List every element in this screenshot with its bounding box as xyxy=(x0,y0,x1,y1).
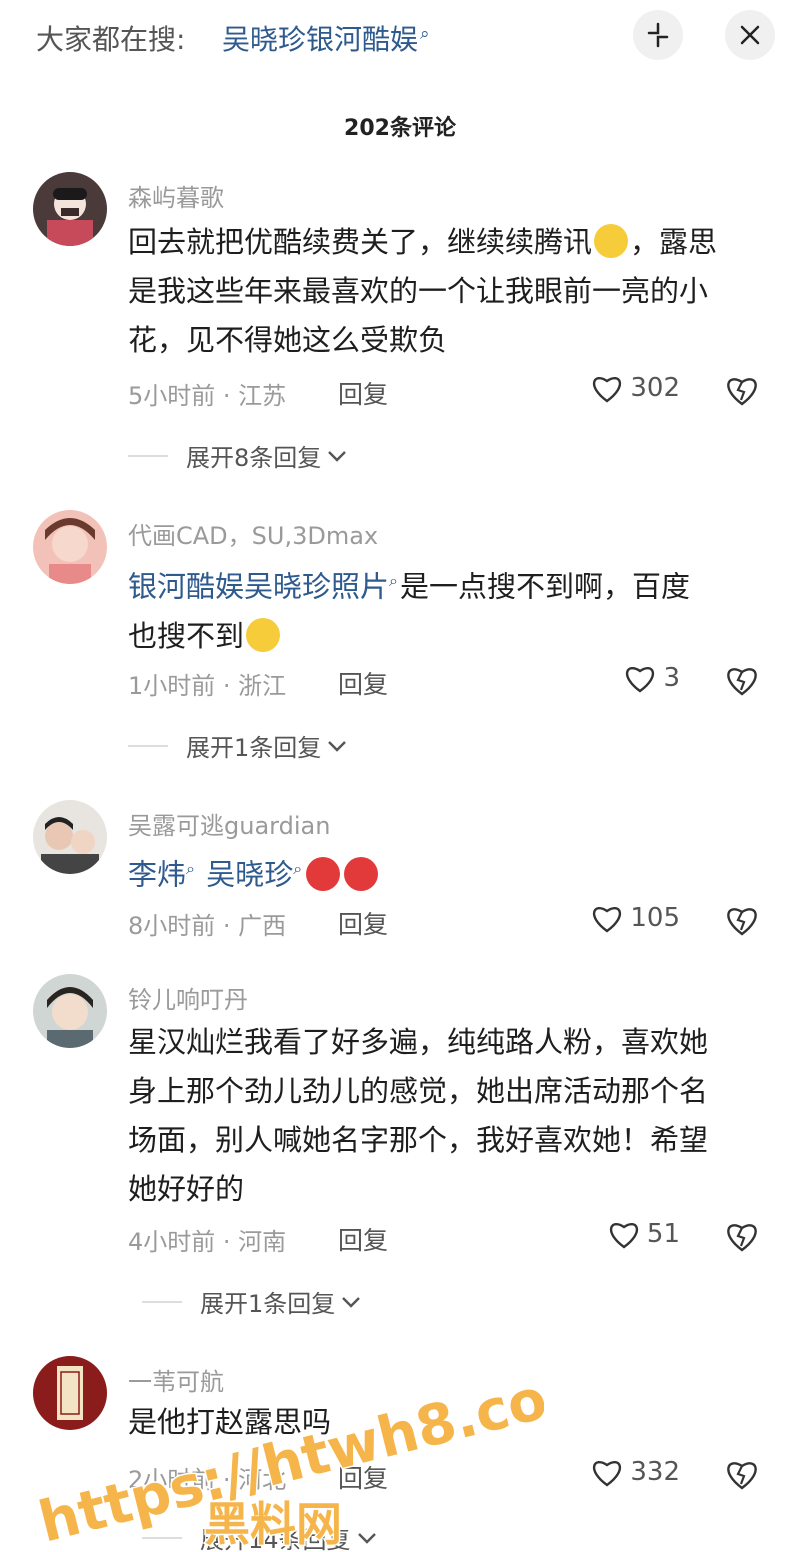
reply-button[interactable]: 回复 xyxy=(338,665,388,701)
like-count: 105 xyxy=(630,903,680,933)
broken-heart-icon[interactable] xyxy=(724,372,760,408)
comment-text: 李炜⌕ 吴晓珍⌕ xyxy=(128,844,768,900)
comment-time-location: 8小时前 · 广西 xyxy=(128,912,287,940)
collapse-icon xyxy=(647,22,669,48)
top-bar: 大家都在搜: 吴晓珍银河酷娱 ⌕ xyxy=(0,0,800,80)
heart-icon xyxy=(593,907,622,933)
like-button[interactable]: 332 xyxy=(590,1456,680,1488)
avatar[interactable] xyxy=(33,510,107,584)
like-button[interactable]: 105 xyxy=(590,902,680,934)
avatar[interactable] xyxy=(33,974,107,1048)
like-count: 302 xyxy=(630,373,680,403)
avatar[interactable] xyxy=(33,800,107,874)
comment-text: 星汉灿烂我看了好多遍，纯纯路人粉，喜欢她 身上那个劲儿劲儿的感觉，她出席活动那个… xyxy=(128,1025,709,1206)
avatar[interactable] xyxy=(33,1356,107,1430)
heart-icon xyxy=(626,667,655,693)
divider-line xyxy=(142,1536,182,1539)
chevron-down-icon xyxy=(328,740,347,752)
heart-icon xyxy=(593,1461,622,1487)
expand-replies-button[interactable]: 展开1条回复 xyxy=(142,1284,361,1319)
divider-line xyxy=(128,744,168,747)
search-link[interactable]: 李炜 xyxy=(128,858,186,892)
angry-emoji-icon xyxy=(344,856,379,891)
broken-heart-icon[interactable] xyxy=(724,1456,760,1492)
broken-heart-icon[interactable] xyxy=(724,662,760,698)
like-button[interactable]: 3 xyxy=(623,662,680,694)
smile-emoji-icon xyxy=(594,224,629,258)
search-link[interactable]: 银河酷娱吴晓珍照片 xyxy=(128,570,389,604)
search-icon: ⌕ xyxy=(389,571,398,590)
close-icon xyxy=(740,25,760,45)
like-button[interactable]: 51 xyxy=(607,1218,680,1250)
search-link[interactable]: 吴晓珍 xyxy=(206,858,293,892)
comment-time-location: 5小时前 · 江苏 xyxy=(128,382,287,410)
reply-button[interactable]: 回复 xyxy=(338,905,388,941)
comment-username[interactable]: 代画CAD，SU,3Dmax xyxy=(128,516,378,551)
comment-username[interactable]: 一苇可航 xyxy=(128,1362,224,1397)
angry-emoji-icon xyxy=(306,856,341,891)
like-count: 51 xyxy=(646,1219,680,1249)
collapse-button[interactable] xyxy=(633,10,683,60)
chevron-down-icon xyxy=(342,1296,361,1308)
reply-button[interactable]: 回复 xyxy=(338,375,388,411)
search-suggestion-link[interactable]: 吴晓珍银河酷娱 ⌕ xyxy=(222,18,430,58)
close-button[interactable] xyxy=(725,10,775,60)
divider-line xyxy=(128,454,168,457)
search-icon: ⌕ xyxy=(293,859,303,878)
heart-icon xyxy=(609,1223,638,1249)
search-icon: ⌕ xyxy=(186,859,195,878)
expand-replies-button[interactable]: 展开1条回复 xyxy=(128,728,347,763)
comment-username[interactable]: 吴露可逃guardian xyxy=(128,806,330,841)
comment-text: 回去就把优酷续费关了，继续续腾讯 ，露思 是我这些年来最喜欢的一个让我眼前一亮的小… xyxy=(128,224,718,357)
crying-laugh-emoji-icon xyxy=(246,617,281,652)
comment-time-location: 4小时前 · 河南 xyxy=(128,1228,287,1256)
search-suggestion-prefix: 大家都在搜: xyxy=(36,23,186,56)
reply-button[interactable]: 回复 xyxy=(338,1221,388,1257)
comment-text: 是他打赵露思吗 xyxy=(128,1405,332,1439)
reply-button[interactable]: 回复 xyxy=(338,1459,388,1495)
expand-replies-button[interactable]: 展开14条回复 xyxy=(142,1520,377,1552)
divider-line xyxy=(142,1300,182,1303)
avatar[interactable] xyxy=(33,172,107,246)
comment-count-header: 202条评论 xyxy=(344,116,456,141)
comment-username[interactable]: 森屿暮歌 xyxy=(128,178,224,213)
heart-icon xyxy=(593,377,622,403)
comment-text: 银河酷娱吴晓珍照片⌕是一点搜不到啊，百度 也搜不到 xyxy=(128,569,690,653)
search-icon: ⌕ xyxy=(420,23,430,44)
comment-time-location: 1小时前 · 浙江 xyxy=(128,672,287,700)
comment-username[interactable]: 铃儿响叮丹 xyxy=(128,980,248,1015)
like-count: 332 xyxy=(630,1457,680,1487)
broken-heart-icon[interactable] xyxy=(724,1218,760,1254)
broken-heart-icon[interactable] xyxy=(724,902,760,938)
like-button[interactable]: 302 xyxy=(590,372,680,404)
chevron-down-icon xyxy=(328,450,347,462)
comment-time-location: 2小时前 · 河北 xyxy=(128,1466,287,1494)
like-count: 3 xyxy=(663,663,680,693)
chevron-down-icon xyxy=(357,1532,376,1544)
expand-replies-button[interactable]: 展开8条回复 xyxy=(128,438,347,473)
